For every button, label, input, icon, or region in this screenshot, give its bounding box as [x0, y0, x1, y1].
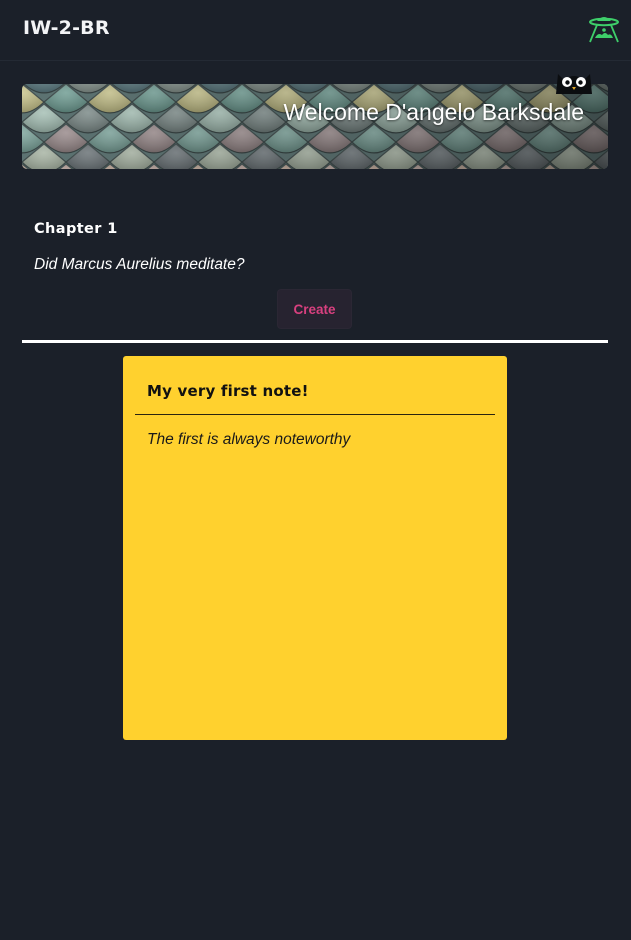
chapter-question: Did Marcus Aurelius meditate? [34, 256, 245, 273]
top-navbar: IW-2-BR [0, 0, 631, 61]
welcome-banner: Welcome D'angelo Barksdale [22, 84, 608, 169]
section-divider [22, 340, 608, 343]
banner-overlay [22, 84, 608, 169]
ufo-abduction-icon[interactable] [586, 12, 622, 44]
app-brand[interactable]: IW-2-BR [23, 17, 110, 39]
welcome-message: Welcome D'angelo Barksdale [283, 99, 584, 125]
note-title: My very first note! [147, 382, 309, 400]
note-divider [135, 414, 495, 415]
note-body: The first is always noteworthy [147, 431, 351, 448]
owl-icon [556, 74, 592, 94]
chapter-heading: Chapter 1 [34, 221, 118, 237]
create-button[interactable]: Create [277, 289, 352, 329]
note-card[interactable]: My very first note! The first is always … [123, 356, 507, 740]
